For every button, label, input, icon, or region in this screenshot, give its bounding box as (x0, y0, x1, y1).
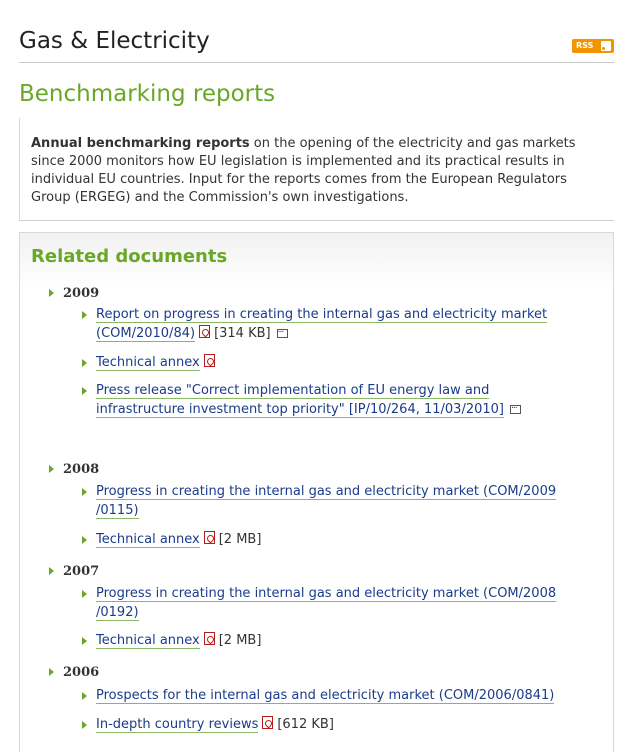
pdf-icon[interactable] (262, 716, 274, 729)
rss-label: RSS (576, 41, 594, 50)
related-documents-box: Related documents 2009 Report on progres… (19, 232, 614, 752)
arrow-icon (49, 567, 54, 575)
doc-link[interactable]: Progress in creating the internal gas an… (96, 484, 557, 519)
file-size: [314 KB] (214, 326, 271, 341)
related-documents-title: Related documents (31, 246, 228, 267)
file-size: [2 MB] (218, 532, 262, 547)
year-label: 2007 (63, 564, 100, 579)
intro-bold: Annual benchmarking reports (31, 136, 250, 151)
arrow-icon (82, 359, 87, 367)
rss-icon (601, 41, 611, 51)
pdf-icon[interactable] (203, 531, 215, 544)
file-size: [612 KB] (277, 717, 334, 732)
arrow-icon (82, 488, 87, 496)
arrow-icon (49, 465, 54, 473)
page: Gas & Electricity RSS Benchmarking repor… (0, 0, 625, 752)
year-label: 2006 (63, 665, 100, 680)
arrow-icon (82, 590, 87, 598)
doc-link[interactable]: Prospects for the internal gas and elect… (96, 688, 555, 704)
site-title: Gas & Electricity (19, 28, 210, 54)
arrow-icon (82, 692, 87, 700)
pdf-icon[interactable] (199, 325, 211, 338)
year-label: 2009 (63, 286, 100, 301)
page-title: Benchmarking reports (19, 81, 276, 107)
intro-paragraph: Annual benchmarking reports on the openi… (31, 135, 596, 207)
arrow-icon (82, 721, 87, 729)
doc-link[interactable]: Technical annex (96, 355, 200, 371)
doc-link[interactable]: In-depth country reviews (96, 717, 259, 733)
header: Gas & Electricity RSS (19, 24, 614, 63)
file-size: [2 MB] (218, 633, 262, 648)
intro-box: Annual benchmarking reports on the openi… (19, 118, 614, 221)
doc-link[interactable]: Progress in creating the internal gas an… (96, 586, 557, 621)
year-label: 2008 (63, 462, 100, 477)
arrow-icon (82, 311, 87, 319)
pdf-icon[interactable] (203, 632, 215, 645)
more-icon[interactable] (276, 321, 288, 340)
doc-link[interactable]: Report on progress in creating the inter… (96, 307, 548, 342)
arrow-icon (49, 289, 54, 297)
pdf-icon[interactable] (203, 354, 215, 367)
rss-button[interactable]: RSS (572, 39, 614, 53)
arrow-icon (82, 387, 87, 395)
arrow-icon (49, 668, 54, 676)
more-icon[interactable] (510, 397, 521, 416)
doc-link[interactable]: Technical annex (96, 532, 200, 548)
arrow-icon (82, 637, 87, 645)
doc-link[interactable]: Press release "Correct implementation of… (96, 383, 504, 418)
doc-link[interactable]: Technical annex (96, 633, 200, 649)
arrow-icon (82, 536, 87, 544)
